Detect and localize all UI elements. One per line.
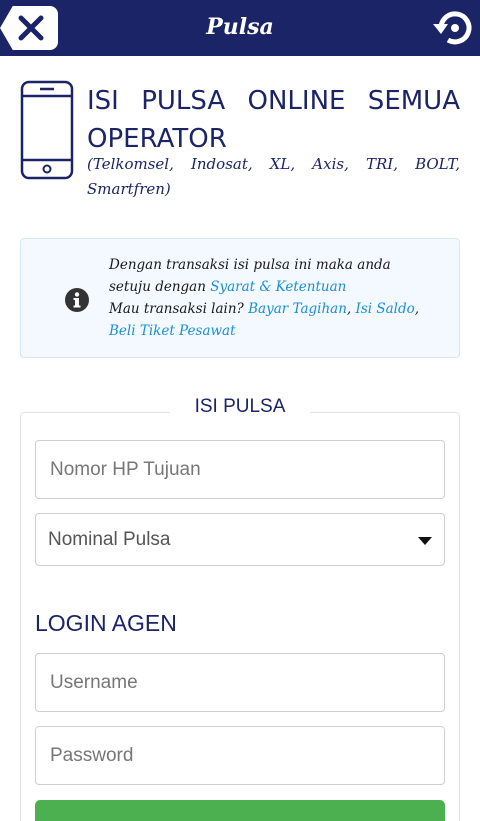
username-input[interactable]: Username	[35, 653, 445, 712]
mobile-phone-icon	[20, 80, 74, 180]
page-heading: ISI PULSA ONLINE SEMUA OPERATOR	[87, 86, 460, 154]
buy-flight-ticket-link[interactable]: Beli Tiket Pesawat	[109, 323, 236, 339]
chevron-down-icon	[418, 537, 432, 545]
page-title: Pulsa	[206, 14, 274, 40]
info-alert: Dengan transaksi isi pulsa ini maka anda…	[20, 238, 460, 358]
login-agent-heading: LOGIN AGEN	[35, 610, 177, 636]
operator-list: (Telkomsel, Indosat, XL, Axis, TRI, BOLT…	[87, 155, 460, 198]
history-icon	[433, 11, 472, 45]
top-bar: Pulsa	[0, 0, 480, 56]
separator: ,	[414, 301, 420, 317]
nominal-selected-value: Nominal Pulsa	[48, 528, 171, 550]
username-placeholder: Username	[50, 671, 138, 693]
info-icon	[65, 288, 89, 312]
phone-number-placeholder: Nomor HP Tujuan	[50, 458, 201, 480]
pay-bills-link[interactable]: Bayar Tagihan	[248, 301, 347, 317]
history-button[interactable]	[428, 7, 474, 49]
nominal-select[interactable]: Nominal Pulsa	[35, 513, 445, 566]
submit-button[interactable]	[35, 800, 445, 821]
top-up-balance-link[interactable]: Isi Saldo	[355, 301, 414, 317]
password-input[interactable]: Password	[35, 726, 445, 785]
form-legend: ISI PULSA	[170, 394, 310, 420]
phone-number-input[interactable]: Nomor HP Tujuan	[35, 440, 445, 499]
info-line-2: Mau transaksi lain?	[109, 301, 249, 317]
info-text: Dengan transaksi isi pulsa ini maka anda…	[109, 254, 429, 342]
password-placeholder: Password	[50, 744, 134, 766]
terms-link[interactable]: Syarat & Ketentuan	[210, 279, 346, 295]
